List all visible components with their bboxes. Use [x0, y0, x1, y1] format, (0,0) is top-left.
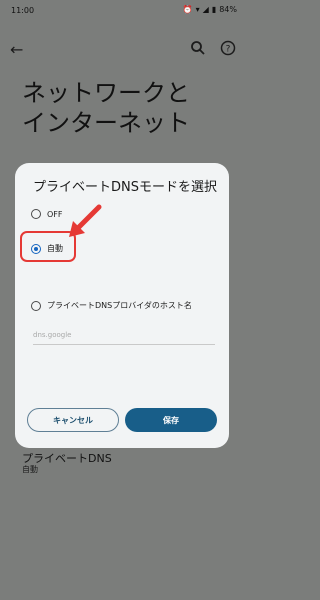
page-title-line1: ネットワークと — [22, 79, 190, 107]
page-title: ネットワークと インターネット — [22, 78, 222, 138]
radio-button-hostname[interactable] — [31, 300, 41, 311]
private-dns-pref-subtitle: 自動 — [22, 465, 38, 474]
back-arrow-icon[interactable]: ← — [10, 40, 23, 59]
signal-icon: ◢ — [202, 5, 209, 14]
annotation-arrow-icon — [69, 204, 102, 237]
radio-option-hostname[interactable]: プライベートDNSプロバイダのホスト名 — [31, 300, 192, 311]
alarm-icon: ⏰ — [182, 5, 193, 14]
radio-option-auto[interactable]: 自動 — [31, 243, 63, 254]
radio-label-hostname: プライベートDNSプロバイダのホスト名 — [47, 301, 192, 310]
hostname-input[interactable] — [33, 326, 215, 345]
battery-icon: ▮ — [211, 5, 217, 14]
wifi-icon: ▾ — [195, 5, 200, 14]
cancel-button[interactable]: キャンセル — [27, 408, 119, 432]
radio-label-auto: 自動 — [47, 244, 63, 253]
help-icon[interactable]: ? — [220, 40, 236, 56]
svg-text:?: ? — [226, 45, 231, 55]
battery-percent: 84% — [219, 5, 237, 14]
status-bar: 11:00 ⏰ ▾ ◢ ▮ 84% — [0, 0, 245, 22]
search-icon[interactable] — [190, 40, 206, 56]
private-dns-dialog: プライベートDNSモードを選択 OFF 自動 プライベートDNSプロバイダのホス… — [15, 163, 229, 448]
radio-option-off[interactable]: OFF — [31, 209, 63, 219]
dialog-title: プライベートDNSモードを選択 — [33, 180, 217, 195]
page-title-line2: インターネット — [22, 109, 190, 137]
status-time: 11:00 — [11, 6, 35, 15]
radio-label-off: OFF — [47, 209, 63, 219]
radio-button-off[interactable] — [31, 209, 41, 219]
radio-button-auto[interactable] — [31, 243, 41, 254]
save-button[interactable]: 保存 — [125, 408, 217, 432]
status-icons: ⏰ ▾ ◢ ▮ 84% — [183, 5, 237, 14]
